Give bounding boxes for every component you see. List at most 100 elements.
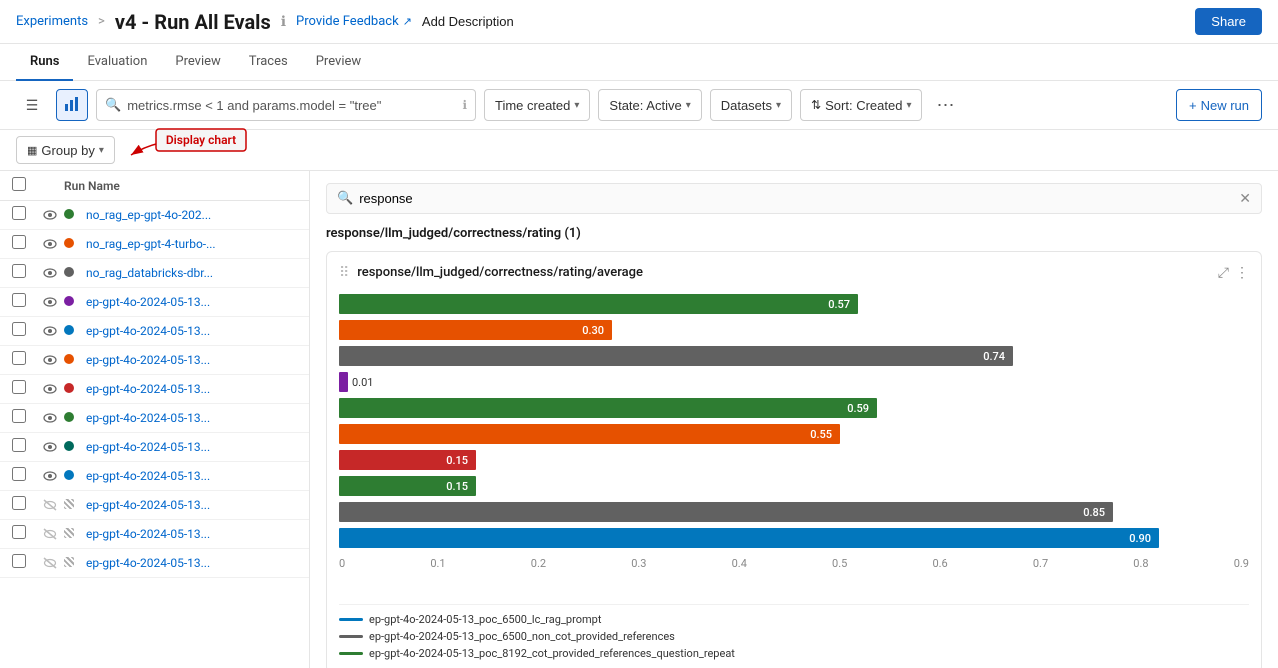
run-name[interactable]: ep-gpt-4o-2024-05-13... [86,295,297,309]
run-name[interactable]: no_rag_ep-gpt-4o-202... [86,208,297,222]
eye-icon[interactable] [36,326,64,336]
row-checkbox[interactable] [12,206,26,220]
run-name[interactable]: ep-gpt-4o-2024-05-13... [86,353,297,367]
left-panel: Run Name no_rag_ep-gpt-4o-202... no_rag_e… [0,171,310,668]
run-row[interactable]: no_rag_ep-gpt-4o-202... [0,201,309,230]
run-name[interactable]: ep-gpt-4o-2024-05-13... [86,382,297,396]
run-row[interactable]: ep-gpt-4o-2024-05-13... [0,375,309,404]
expand-chart-button[interactable]: ⤢ [1218,264,1229,281]
eye-icon[interactable] [36,268,64,278]
row-checkbox[interactable] [12,235,26,249]
bar-row: 0.30 [339,319,1249,341]
tab-evaluation[interactable]: Evaluation [73,44,161,81]
share-button[interactable]: Share [1195,8,1262,35]
state-label: State: Active [609,98,681,113]
time-created-filter[interactable]: Time created ▾ [484,89,590,121]
run-name-header: Run Name [64,179,297,193]
section-title: response/llm_judged/correctness/rating (… [326,226,1262,241]
row-checkbox[interactable] [12,322,26,336]
run-row[interactable]: ep-gpt-4o-2024-05-13... [0,346,309,375]
eye-icon[interactable] [36,239,64,249]
run-row[interactable]: no_rag_databricks-dbr... [0,259,309,288]
run-row[interactable]: ep-gpt-4o-2024-05-13... [0,549,309,578]
search-input[interactable] [127,98,456,113]
row-checkbox[interactable] [12,351,26,365]
metric-search-input[interactable] [359,191,1233,206]
clear-search-button[interactable]: ✕ [1239,190,1251,207]
run-row[interactable]: ep-gpt-4o-2024-05-13... [0,491,309,520]
run-row[interactable]: ep-gpt-4o-2024-05-13... [0,288,309,317]
eye-icon[interactable] [36,442,64,452]
add-description-button[interactable]: Add Description [422,14,514,29]
eye-icon[interactable] [36,384,64,394]
x-axis: 00.10.20.30.40.50.60.70.80.9 [339,553,1249,570]
run-row[interactable]: ep-gpt-4o-2024-05-13... [0,462,309,491]
run-name[interactable]: ep-gpt-4o-2024-05-13... [86,469,297,483]
eye-icon[interactable] [36,355,64,365]
chevron-down-icon: ▾ [686,100,691,111]
run-name[interactable]: no_rag_databricks-dbr... [86,266,297,280]
chart-view-button[interactable] [56,89,88,121]
row-checkbox[interactable] [12,496,26,510]
run-name[interactable]: ep-gpt-4o-2024-05-13... [86,556,297,570]
metric-search-bar: 🔍 ✕ [326,183,1262,214]
run-name[interactable]: ep-gpt-4o-2024-05-13... [86,498,297,512]
eye-slash-icon[interactable] [36,528,64,540]
state-active-filter[interactable]: State: Active ▾ [598,89,701,121]
bar-row: 0.15 [339,449,1249,471]
feedback-label: Provide Feedback [296,14,399,29]
run-name[interactable]: ep-gpt-4o-2024-05-13... [86,411,297,425]
row-checkbox[interactable] [12,380,26,394]
bar-row: 0.85 [339,501,1249,523]
datasets-label: Datasets [721,98,772,113]
drag-handle-icon[interactable]: ⠿ [339,265,349,281]
run-name[interactable]: no_rag_ep-gpt-4-turbo-... [86,237,297,251]
new-run-button[interactable]: + New run [1176,89,1262,121]
select-all-checkbox[interactable] [12,177,26,191]
provide-feedback-link[interactable]: Provide Feedback ↗ [296,14,412,29]
run-row[interactable]: ep-gpt-4o-2024-05-13... [0,520,309,549]
eye-icon[interactable] [36,210,64,220]
run-row[interactable]: ep-gpt-4o-2024-05-13... [0,433,309,462]
eye-slash-icon[interactable] [36,557,64,569]
row-checkbox[interactable] [12,438,26,452]
row-checkbox[interactable] [12,264,26,278]
chart-more-button[interactable]: ⋮ [1235,264,1249,281]
run-name[interactable]: ep-gpt-4o-2024-05-13... [86,324,297,338]
legend-item: ep-gpt-4o-2024-05-13_poc_6500_lc_rag_pro… [339,613,1249,626]
breadcrumb[interactable]: Experiments [16,14,88,29]
run-row[interactable]: no_rag_ep-gpt-4-turbo-... [0,230,309,259]
run-row[interactable]: ep-gpt-4o-2024-05-13... [0,404,309,433]
eye-icon[interactable] [36,297,64,307]
list-view-button[interactable]: ☰ [16,89,48,121]
row-checkbox[interactable] [12,467,26,481]
chart-actions: ⤢ ⋮ [1218,264,1249,281]
tab-preview-1[interactable]: Preview [161,44,234,81]
row-checkbox[interactable] [12,554,26,568]
run-name[interactable]: ep-gpt-4o-2024-05-13... [86,527,297,541]
tab-runs[interactable]: Runs [16,44,73,81]
chevron-down-icon: ▾ [906,100,911,111]
eye-icon[interactable] [36,471,64,481]
run-row[interactable]: ep-gpt-4o-2024-05-13... [0,317,309,346]
breadcrumb-sep: > [98,14,105,29]
eye-icon[interactable] [36,413,64,423]
row-checkbox[interactable] [12,409,26,423]
info-icon[interactable]: ℹ [462,98,467,112]
search-icon: 🔍 [337,191,353,206]
sort-filter[interactable]: ⇅ Sort: Created ▾ [800,89,922,121]
row-checkbox[interactable] [12,293,26,307]
group-by-label: Group by [41,143,94,158]
tab-preview-2[interactable]: Preview [302,44,375,81]
info-icon[interactable]: ℹ [281,14,286,30]
tab-traces[interactable]: Traces [235,44,302,81]
eye-slash-icon[interactable] [36,499,64,511]
row-checkbox[interactable] [12,525,26,539]
group-by-button[interactable]: ▦ Group by ▾ [16,136,115,164]
chart-card-header: ⠿ response/llm_judged/correctness/rating… [339,264,1249,281]
run-name[interactable]: ep-gpt-4o-2024-05-13... [86,440,297,454]
chevron-down-icon: ▾ [99,145,104,156]
bar-row: 0.57 [339,293,1249,315]
more-options-button[interactable]: ⋯ [930,95,960,116]
datasets-filter[interactable]: Datasets ▾ [710,89,792,121]
